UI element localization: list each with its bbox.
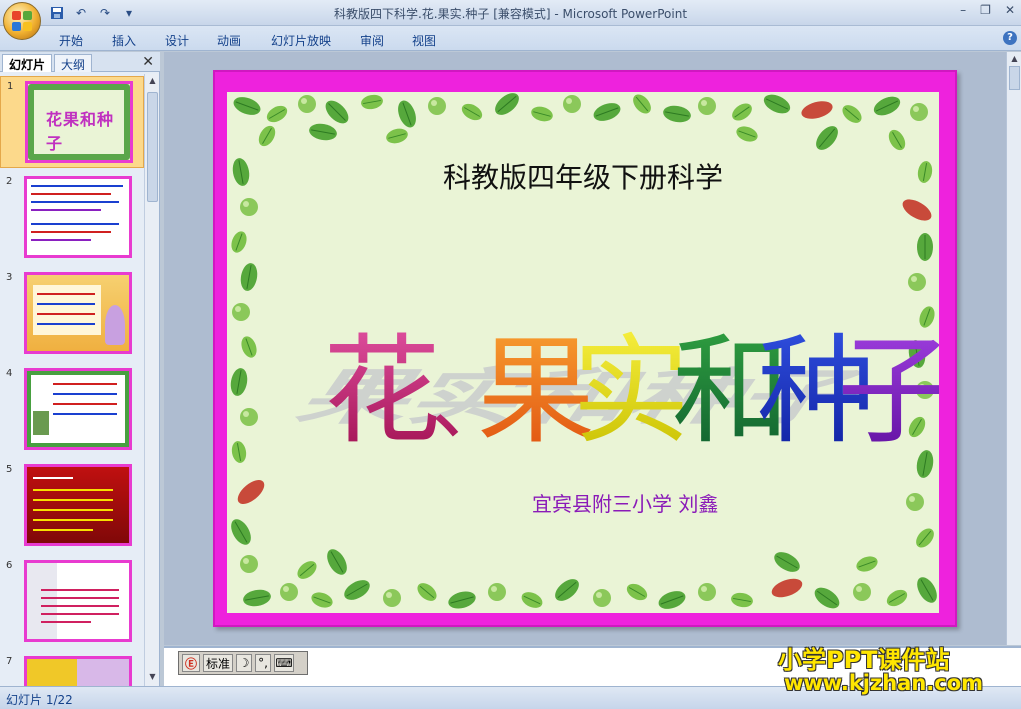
scroll-thumb[interactable] [147,92,158,202]
slide-number: 3 [6,272,13,283]
office-logo-icon [12,11,32,31]
tab-view[interactable]: 视图 [412,32,436,49]
tab-outline[interactable]: 大纲 [54,54,93,72]
customize-qat-icon[interactable]: ▾ [120,4,138,21]
slide-scrollbar[interactable]: ▲ [1006,52,1021,645]
scroll-up-icon[interactable]: ▲ [1009,54,1020,63]
slide-thumbnail [24,656,132,686]
title-bar: 科教版四下科学.花.果实.种子 [兼容模式] - Microsoft Power… [0,0,1021,26]
close-icon[interactable]: ✕ [142,54,154,70]
tab-slides[interactable]: 幻灯片 [2,54,53,72]
slide-thumbnail [24,176,132,258]
slide-number: 6 [6,560,13,571]
ime-mode-label[interactable]: 标准 [203,654,234,672]
moon-icon[interactable]: ☽ [236,654,253,672]
ime-toolbar: Ⓔ 标准 ☽ °, ⌨ [178,651,308,675]
thumbnail-slide-5[interactable]: 5 [0,460,144,552]
redo-icon[interactable]: ↷ [96,4,114,21]
slides-panel: 幻灯片 大纲 ✕ 1 花果和种子 2 3 4 5 6 7 ▲ ▼ [0,52,160,686]
panel-tabs: 幻灯片 大纲 ✕ [0,52,160,72]
thumbnail-slide-6[interactable]: 6 [0,556,144,648]
watermark-url: www.kjzhan.com [784,671,984,695]
tab-insert[interactable]: 插入 [112,32,136,49]
keyboard-icon[interactable]: ⌨ [274,654,295,672]
undo-icon[interactable]: ↶ [72,4,90,21]
title-char-6: 子 [837,322,939,460]
tab-home[interactable]: 开始 [59,32,83,49]
thumbnail-slide-2[interactable]: 2 [0,172,144,264]
ribbon-tabs: 开始 插入 设计 动画 幻灯片放映 审阅 视图 ? [0,26,1021,51]
slide-counter: 幻灯片 1/22 [6,693,73,707]
slide-background: 科教版四年级下册科学 花、果实和种子 花 果 实 和 种 子 、 宜宾县附三小学… [227,92,939,613]
thumbnail-scrollbar[interactable]: ▲ ▼ [144,74,159,686]
tab-design[interactable]: 设计 [165,32,189,49]
slide-canvas[interactable]: 科教版四年级下册科学 花、果实和种子 花 果 实 和 种 子 、 宜宾县附三小学… [213,70,957,627]
tab-review[interactable]: 审阅 [360,32,384,49]
slide-number: 7 [6,656,13,667]
help-icon[interactable]: ? [1003,31,1017,45]
tab-slideshow[interactable]: 幻灯片放映 [271,32,331,49]
slide-number: 2 [6,176,13,187]
slide-thumbnail [24,560,132,642]
slide-thumbnail [24,464,132,546]
scroll-thumb[interactable] [1009,66,1020,90]
slide-number: 1 [7,81,14,92]
thumbnail-slide-7[interactable]: 7 [0,652,144,686]
save-icon[interactable] [48,4,66,21]
scroll-down-icon[interactable]: ▼ [147,672,158,684]
office-button[interactable] [3,2,41,40]
window-title: 科教版四下科学.花.果实.种子 [兼容模式] - Microsoft Power… [333,7,688,21]
thumbnail-slide-3[interactable]: 3 [0,268,144,360]
watermark-title: 小学PPT课件站 [778,646,950,674]
slide-number: 5 [6,464,13,475]
punctuation-icon[interactable]: °, [255,654,272,672]
slide-author: 宜宾县附三小学 刘鑫 [532,492,719,516]
scroll-up-icon[interactable]: ▲ [147,76,158,88]
thumbnail-slide-4[interactable]: 4 [0,364,144,456]
title-char-1: 花 [323,322,441,460]
restore-button[interactable]: ❐ [980,3,991,17]
minimize-button[interactable]: – [960,3,966,17]
slide-thumbnail [24,272,132,354]
wordart-title: 花、果实和种子 花 果 实 和 种 子 、 [227,322,939,460]
thumbnail-slide-1[interactable]: 1 花果和种子 [0,76,144,168]
slide-number: 4 [6,368,13,379]
slide-thumbnail [24,368,132,450]
title-separator: 、 [431,358,511,451]
window-controls: – ❐ ✕ [960,3,1015,17]
ime-logo-icon[interactable]: Ⓔ [182,654,200,672]
quick-access-toolbar: ↶ ↷ ▾ [48,4,138,21]
thumbnail-list: 1 花果和种子 2 3 4 5 6 7 [0,74,144,686]
tab-animation[interactable]: 动画 [217,32,241,49]
slide-thumbnail: 花果和种子 [25,81,133,163]
close-button[interactable]: ✕ [1005,3,1015,17]
